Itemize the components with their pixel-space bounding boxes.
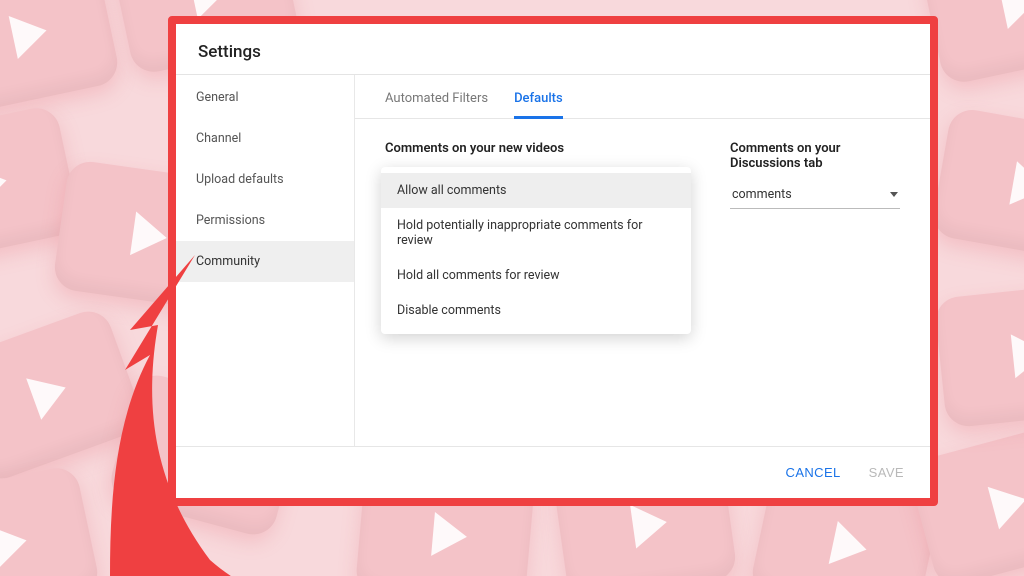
sidebar-item-channel[interactable]: Channel <box>176 118 354 159</box>
tabs: Automated Filters Defaults <box>355 75 930 118</box>
cancel-button[interactable]: CANCEL <box>782 459 845 486</box>
discussions-comments-select[interactable]: comments <box>730 183 900 209</box>
discussions-section-title: Comments on your Discussions tab <box>730 141 900 171</box>
new-videos-comments-dropdown: Allow all comments Hold potentially inap… <box>381 167 691 334</box>
dropdown-option-disable[interactable]: Disable comments <box>381 293 691 328</box>
select-value: comments <box>732 187 792 202</box>
modal-footer: CANCEL SAVE <box>176 446 930 498</box>
modal-body: General Channel Upload defaults Permissi… <box>176 75 930 446</box>
dropdown-option-allow-all[interactable]: Allow all comments <box>381 173 691 208</box>
sidebar-item-community[interactable]: Community <box>176 241 354 282</box>
dropdown-option-hold-inappropriate[interactable]: Hold potentially inappropriate comments … <box>381 208 691 258</box>
sidebar-item-permissions[interactable]: Permissions <box>176 200 354 241</box>
chevron-down-icon <box>890 192 898 197</box>
sidebar-item-general[interactable]: General <box>176 77 354 118</box>
settings-sidebar: General Channel Upload defaults Permissi… <box>176 75 355 446</box>
new-videos-section-title: Comments on your new videos <box>385 141 690 156</box>
tab-defaults[interactable]: Defaults <box>514 91 563 119</box>
modal-title: Settings <box>176 24 930 74</box>
settings-content: Automated Filters Defaults Comments on y… <box>355 75 930 446</box>
settings-modal: Settings General Channel Upload defaults… <box>168 16 938 506</box>
sidebar-item-upload-defaults[interactable]: Upload defaults <box>176 159 354 200</box>
tab-automated-filters[interactable]: Automated Filters <box>385 91 488 118</box>
dropdown-option-hold-all[interactable]: Hold all comments for review <box>381 258 691 293</box>
save-button[interactable]: SAVE <box>865 459 908 486</box>
